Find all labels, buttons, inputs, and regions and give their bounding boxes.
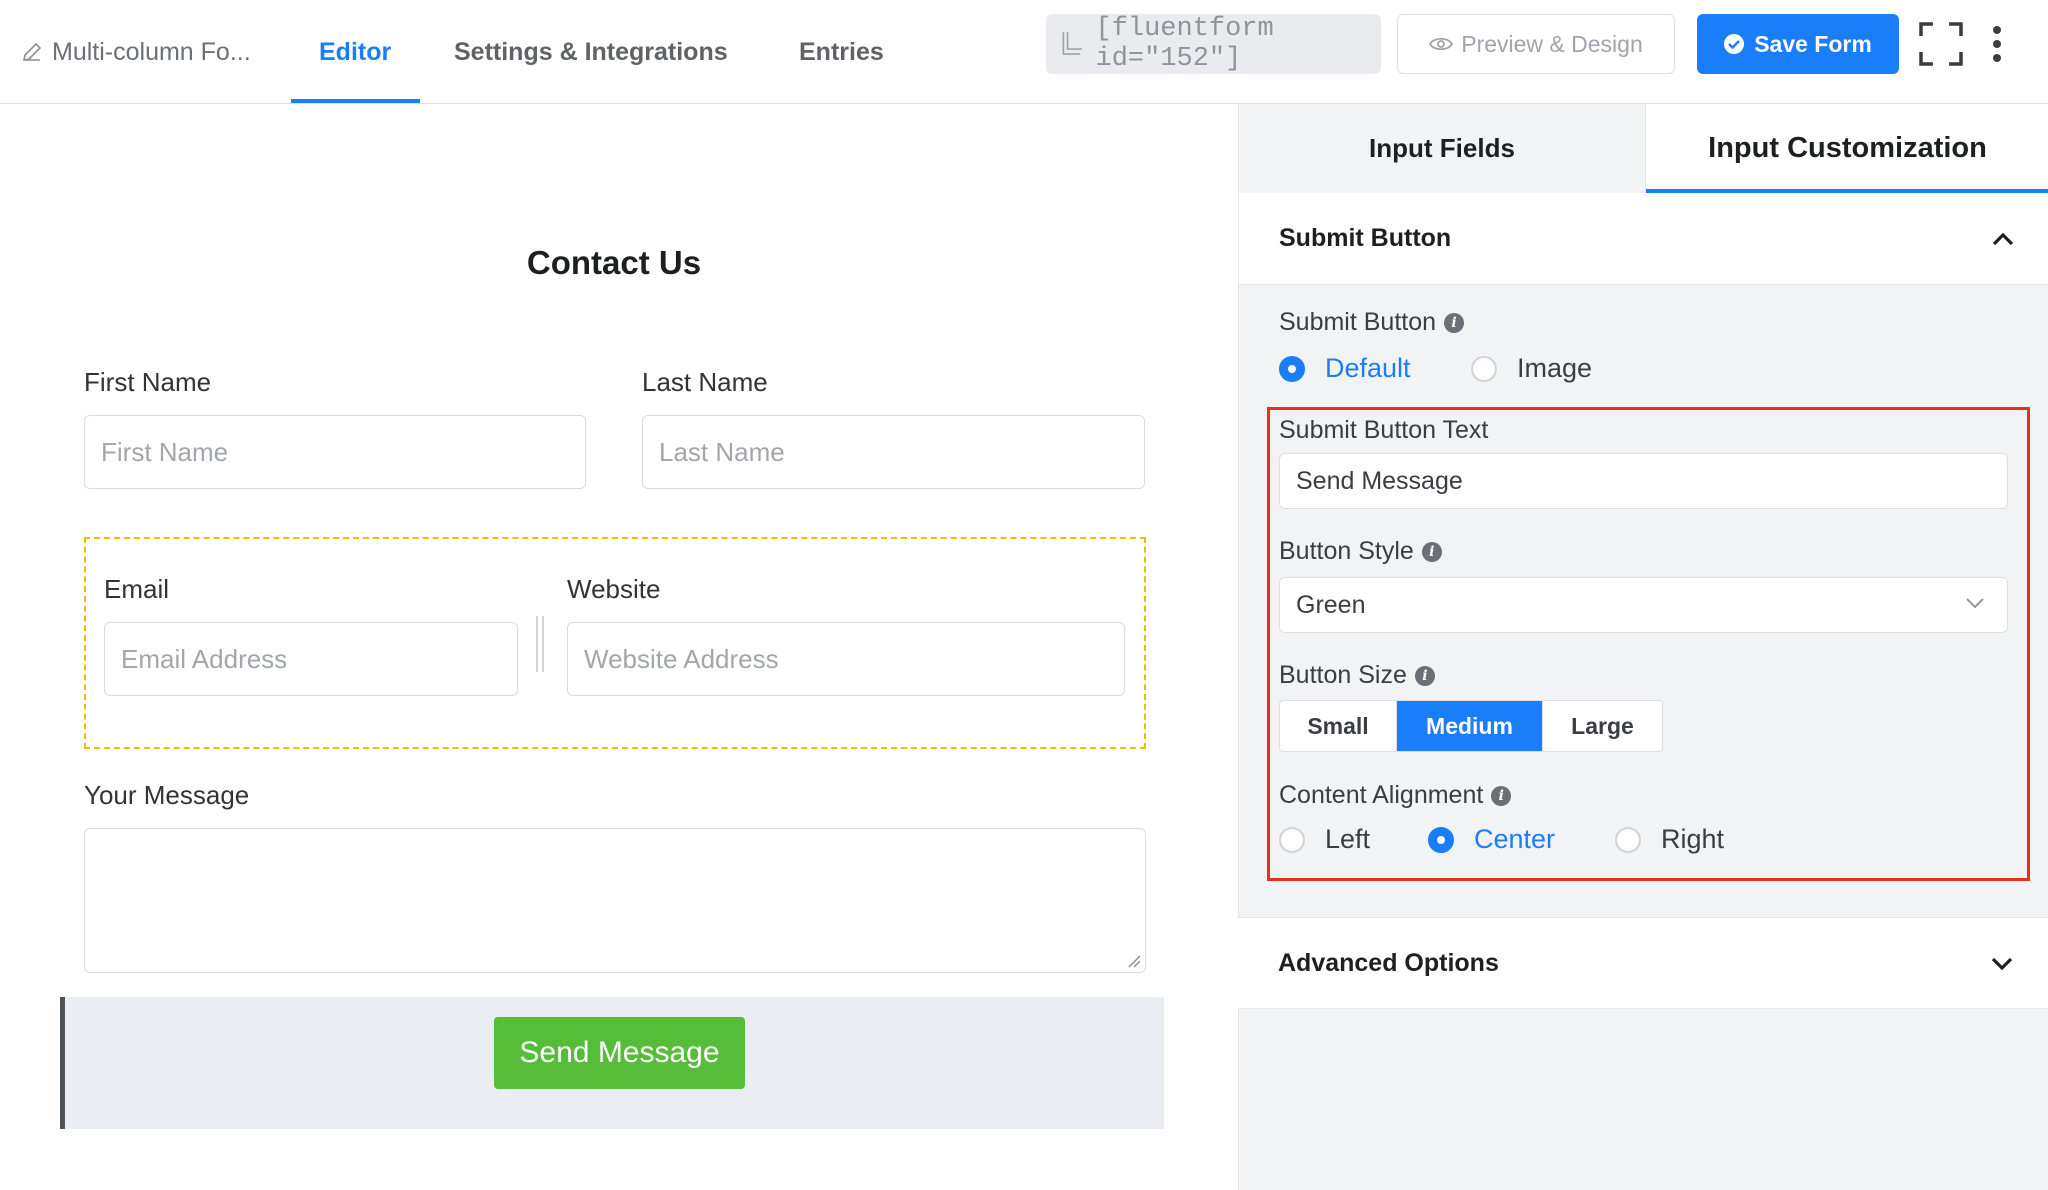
email-label: Email xyxy=(104,574,170,604)
button-style-value: Green xyxy=(1296,590,1366,619)
info-icon[interactable]: i xyxy=(1491,785,1512,806)
message-label: Your Message xyxy=(84,780,250,810)
resize-grip-icon[interactable] xyxy=(1127,954,1141,968)
form-title: Contact Us xyxy=(526,244,702,281)
fullscreen-icon[interactable] xyxy=(1919,22,1963,66)
last-name-input[interactable]: Last Name xyxy=(642,415,1145,489)
chevron-down-icon xyxy=(1966,598,1984,609)
form-canvas: Contact Us First Name First Name Last Na… xyxy=(0,104,1238,1190)
website-label: Website xyxy=(567,574,661,604)
check-circle-icon xyxy=(1724,34,1745,54)
website-input[interactable]: Website Address xyxy=(567,622,1125,696)
radio-dot xyxy=(1279,355,1305,382)
tab-settings-label: Settings & Integrations xyxy=(454,37,728,66)
submit-text-label: Submit Button Text xyxy=(1279,416,1488,445)
first-name-placeholder: First Name xyxy=(101,436,229,467)
submit-text-input[interactable]: Send Message xyxy=(1279,453,2008,509)
info-icon[interactable]: i xyxy=(1421,541,1442,562)
tab-input-fields[interactable]: Input Fields xyxy=(1239,104,1646,193)
top-bar: Multi-column Fo... Editor Settings & Int… xyxy=(0,0,2048,104)
send-message-button[interactable]: Send Message xyxy=(494,1017,745,1089)
tab-entries[interactable]: Entries xyxy=(799,0,884,104)
size-medium-button[interactable]: Medium xyxy=(1397,701,1543,751)
form-name[interactable]: Multi-column Fo... xyxy=(20,36,251,68)
button-size-selector: Small Medium Large xyxy=(1279,700,1663,752)
align-right-radio[interactable]: Right xyxy=(1615,824,1724,855)
radio-default[interactable]: Default xyxy=(1279,353,1411,384)
section-title: Submit Button xyxy=(1279,224,1452,252)
first-name-label: First Name xyxy=(84,367,212,397)
submit-text-value: Send Message xyxy=(1296,466,1463,495)
radio-image[interactable]: Image xyxy=(1471,353,1592,384)
last-name-label: Last Name xyxy=(642,367,768,397)
tab-input-customization[interactable]: Input Customization xyxy=(1646,104,2048,193)
message-textarea[interactable] xyxy=(84,828,1146,973)
first-name-input[interactable]: First Name xyxy=(84,415,586,489)
submit-text-label-text: Submit Button Text xyxy=(1279,416,1489,444)
content-alignment-label-text: Content Alignment xyxy=(1279,781,1484,809)
submit-button-type-label: Submit Button i xyxy=(1279,308,1465,337)
chevron-up-icon xyxy=(1992,232,2014,246)
submit-button-section-header[interactable]: Submit Button xyxy=(1239,193,2048,285)
more-options-icon[interactable] xyxy=(1987,24,2007,64)
form-name-label: Multi-column Fo... xyxy=(52,37,251,66)
submit-button-type-text: Submit Button xyxy=(1279,308,1437,336)
copy-icon xyxy=(1062,32,1082,55)
radio-default-label: Default xyxy=(1325,353,1411,383)
pencil-icon xyxy=(22,42,42,62)
shortcode-copy[interactable]: [fluentform id="152"] xyxy=(1046,14,1381,74)
tab-entries-label: Entries xyxy=(799,37,884,66)
email-input[interactable]: Email Address xyxy=(104,622,518,696)
button-style-select[interactable]: Green xyxy=(1279,577,2008,633)
size-large-button[interactable]: Large xyxy=(1543,701,1662,751)
panel-tabs: Input Fields Input Customization xyxy=(1239,104,2048,193)
last-name-placeholder: Last Name xyxy=(659,436,785,467)
email-placeholder: Email Address xyxy=(121,643,288,674)
align-left-label: Left xyxy=(1325,824,1371,854)
radio-dot xyxy=(1615,826,1641,853)
tab-input-fields-label: Input Fields xyxy=(1369,133,1515,163)
advanced-options-title: Advanced Options xyxy=(1278,948,1499,977)
website-placeholder: Website Address xyxy=(584,643,779,674)
button-size-label-text: Button Size xyxy=(1279,661,1407,689)
tab-editor-label: Editor xyxy=(319,37,392,66)
preview-design-button[interactable]: Preview & Design xyxy=(1397,14,1675,74)
active-tab-indicator xyxy=(291,99,420,103)
button-style-label: Button Style i xyxy=(1279,537,1442,566)
chevron-down-icon xyxy=(1991,957,2013,971)
align-right-label: Right xyxy=(1661,824,1725,854)
align-center-label: Center xyxy=(1474,824,1556,854)
radio-dot xyxy=(1471,355,1497,382)
eye-icon xyxy=(1429,37,1454,51)
column-resize-handle[interactable] xyxy=(536,616,544,672)
info-icon[interactable]: i xyxy=(1444,312,1465,333)
preview-label: Preview & Design xyxy=(1461,30,1643,57)
shortcode-text: [fluentform id="152"] xyxy=(1095,14,1274,74)
button-size-label: Button Size i xyxy=(1279,661,1435,690)
button-style-label-text: Button Style xyxy=(1279,537,1414,565)
advanced-options-header[interactable]: Advanced Options xyxy=(1238,917,2048,1009)
tab-settings-integrations[interactable]: Settings & Integrations xyxy=(454,0,728,104)
align-left-radio[interactable]: Left xyxy=(1279,824,1370,855)
save-form-button[interactable]: Save Form xyxy=(1697,14,1899,74)
radio-image-label: Image xyxy=(1517,353,1593,383)
tab-editor[interactable]: Editor xyxy=(319,0,391,104)
size-small-button[interactable]: Small xyxy=(1280,701,1397,751)
save-label: Save Form xyxy=(1754,30,1872,57)
tab-input-customization-label: Input Customization xyxy=(1708,132,1987,164)
info-icon[interactable]: i xyxy=(1414,665,1435,686)
submit-button-container[interactable]: Send Message xyxy=(60,997,1164,1129)
align-center-radio[interactable]: Center xyxy=(1428,824,1555,855)
radio-dot xyxy=(1428,826,1454,853)
radio-dot xyxy=(1279,826,1305,853)
content-alignment-label: Content Alignment i xyxy=(1279,781,1512,810)
